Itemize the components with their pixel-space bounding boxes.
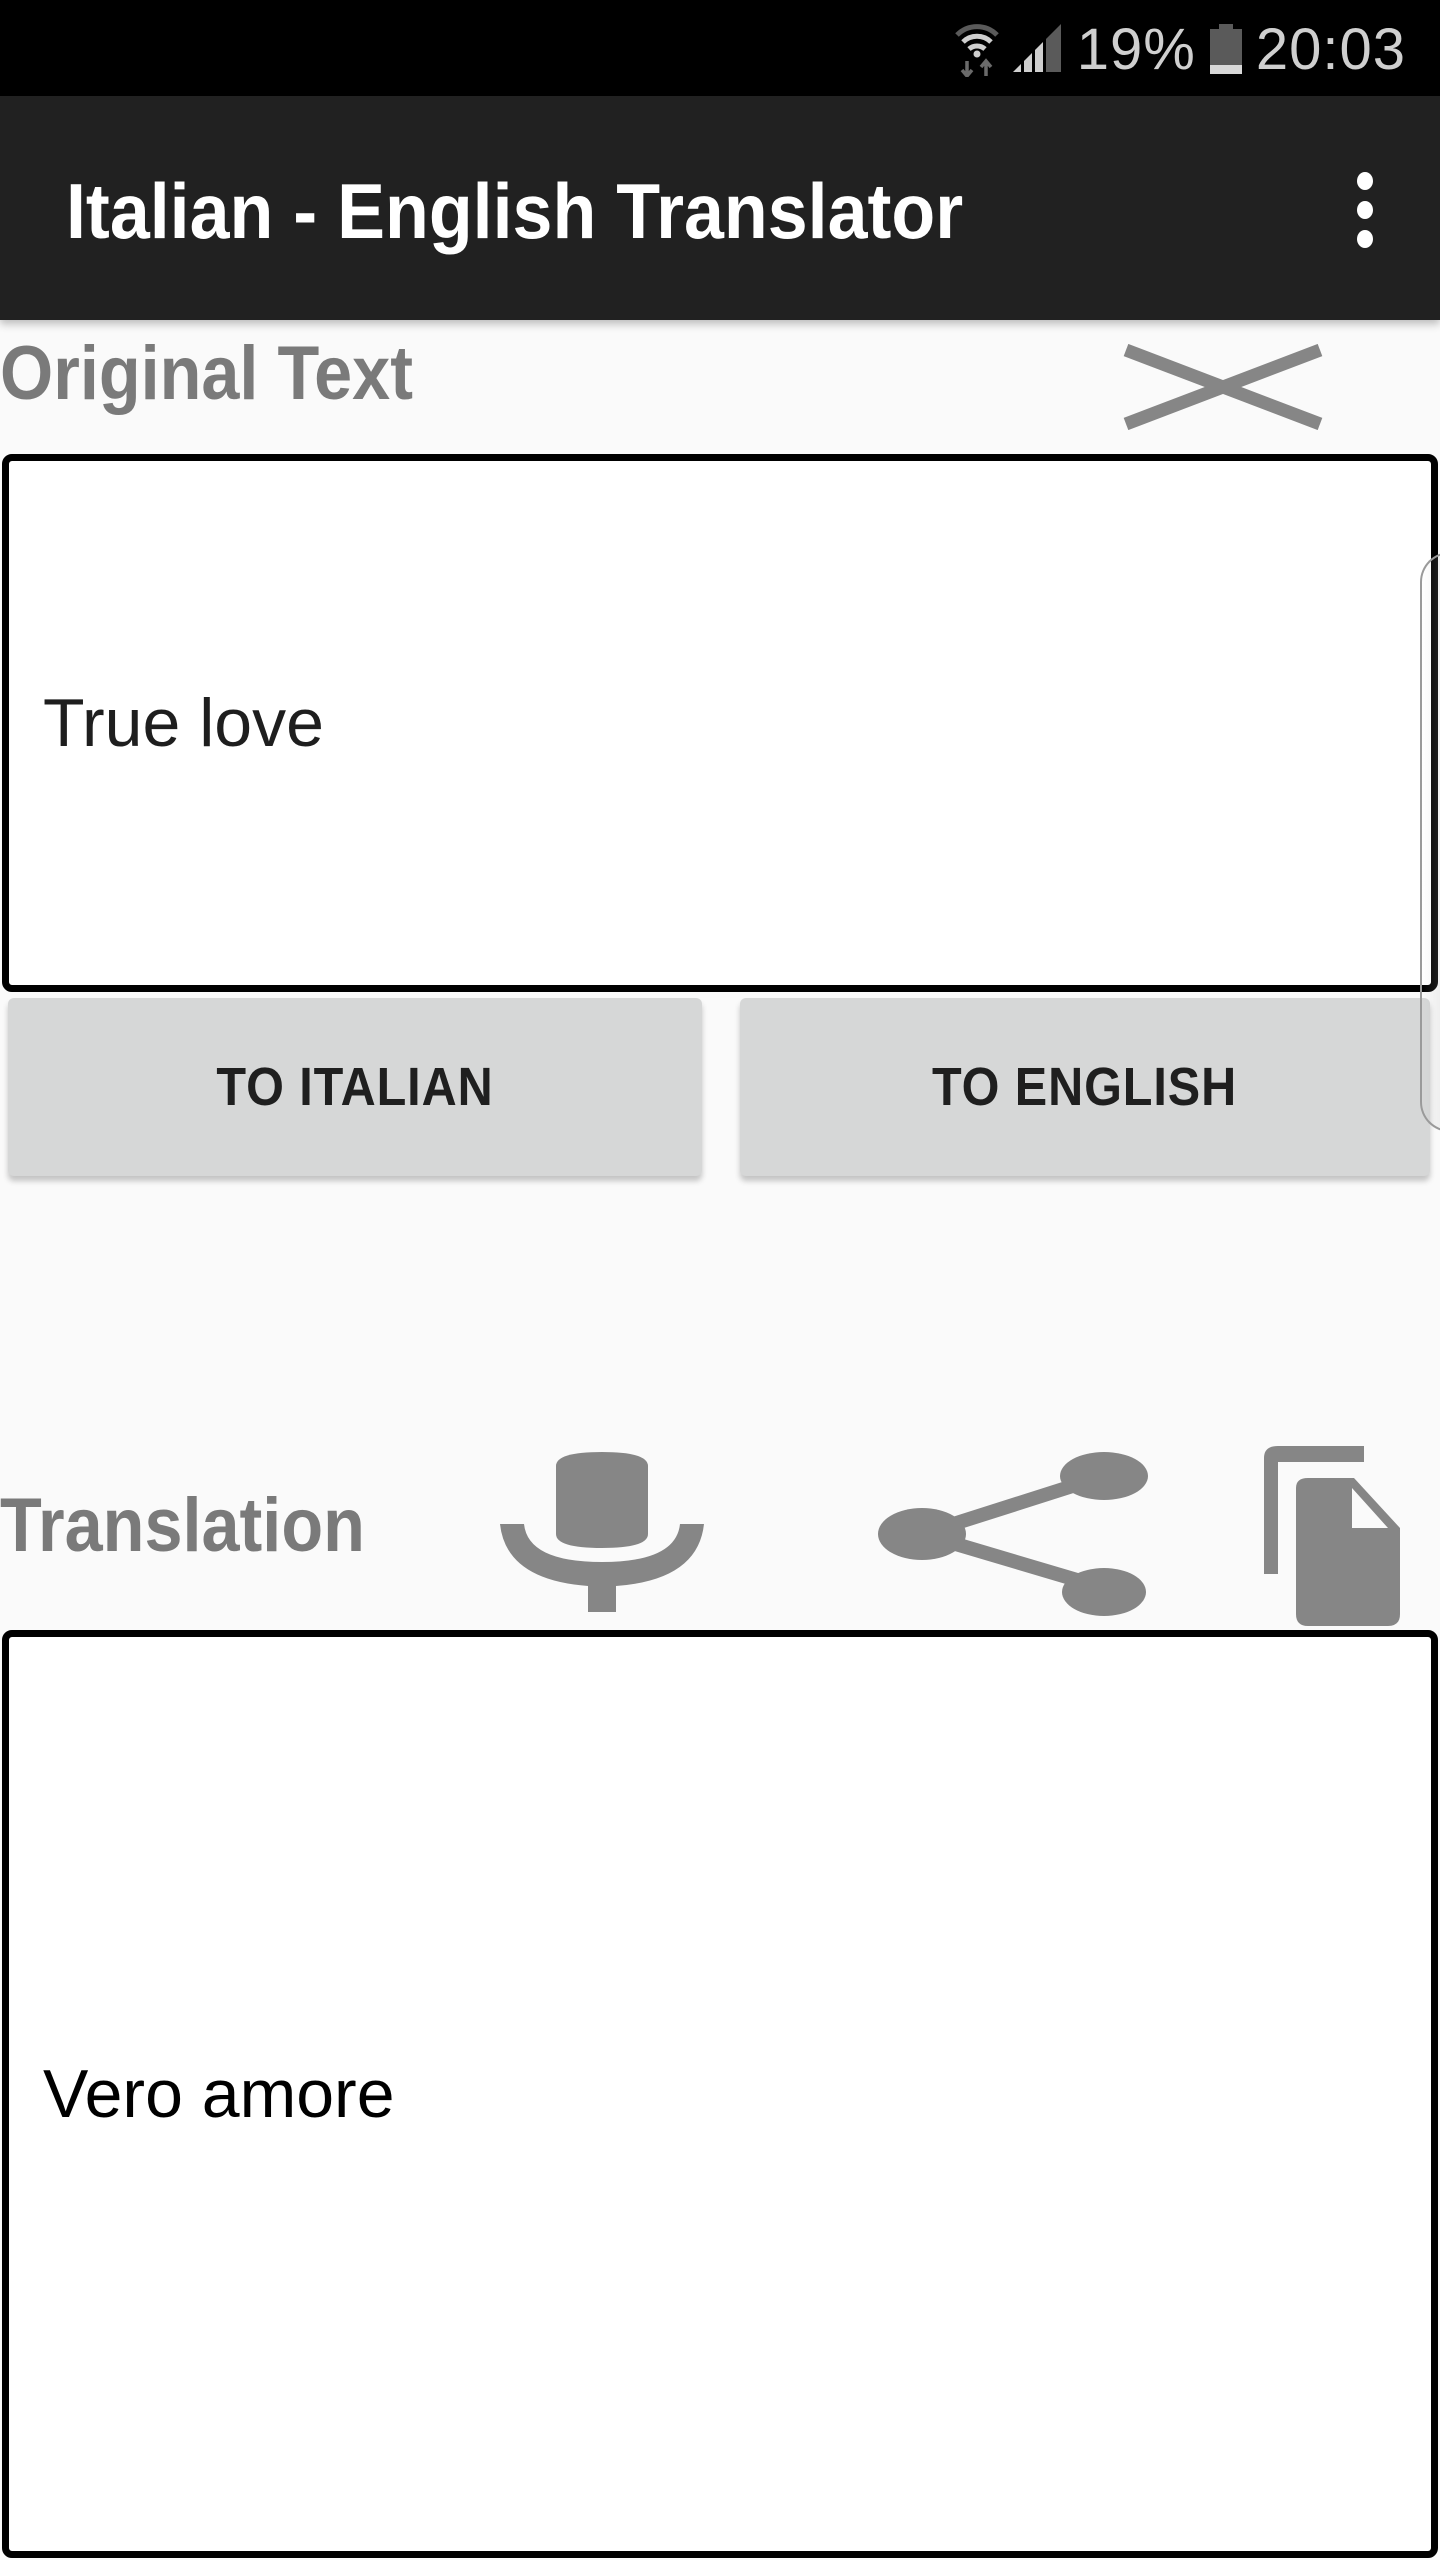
to-english-button[interactable]: TO ENGLISH	[740, 998, 1430, 1176]
more-vertical-icon	[1357, 172, 1373, 190]
original-text-value[interactable]: True love	[43, 684, 324, 762]
to-italian-label: TO ITALIAN	[216, 1057, 494, 1117]
wifi-icon	[954, 24, 999, 77]
clear-button[interactable]	[1118, 343, 1328, 431]
copy-button[interactable]	[1260, 1446, 1404, 1626]
more-options-button[interactable]	[1330, 172, 1400, 248]
speak-button[interactable]	[498, 1452, 706, 1612]
copy-icon	[1264, 1446, 1400, 1626]
translation-text-value: Vero amore	[43, 2056, 395, 2132]
cell-signal-icon	[1012, 24, 1061, 72]
microphone-icon	[500, 1452, 704, 1612]
more-vertical-icon-dot	[1357, 230, 1373, 248]
app-title: Italian - English Translator	[66, 167, 964, 255]
app-bar: Italian - English Translator	[0, 96, 1440, 320]
battery-percent: 19%	[1076, 16, 1196, 82]
original-text-input[interactable]: True love	[2, 454, 1438, 992]
share-icon	[878, 1452, 1148, 1616]
to-english-label: TO ENGLISH	[932, 1057, 1238, 1117]
status-bar: 19% 20:03	[0, 0, 1440, 96]
more-vertical-icon-dot	[1357, 201, 1373, 219]
close-icon	[1123, 343, 1323, 431]
share-button[interactable]	[878, 1452, 1148, 1618]
clock: 20:03	[1255, 16, 1406, 82]
translation-output[interactable]: Vero amore	[2, 1630, 1438, 2558]
battery-icon	[1209, 24, 1242, 74]
original-text-label: Original Text	[0, 331, 414, 416]
to-italian-button[interactable]: TO ITALIAN	[8, 998, 702, 1176]
translation-label: Translation	[0, 1483, 365, 1568]
edge-panel-handle[interactable]	[1420, 552, 1440, 1132]
